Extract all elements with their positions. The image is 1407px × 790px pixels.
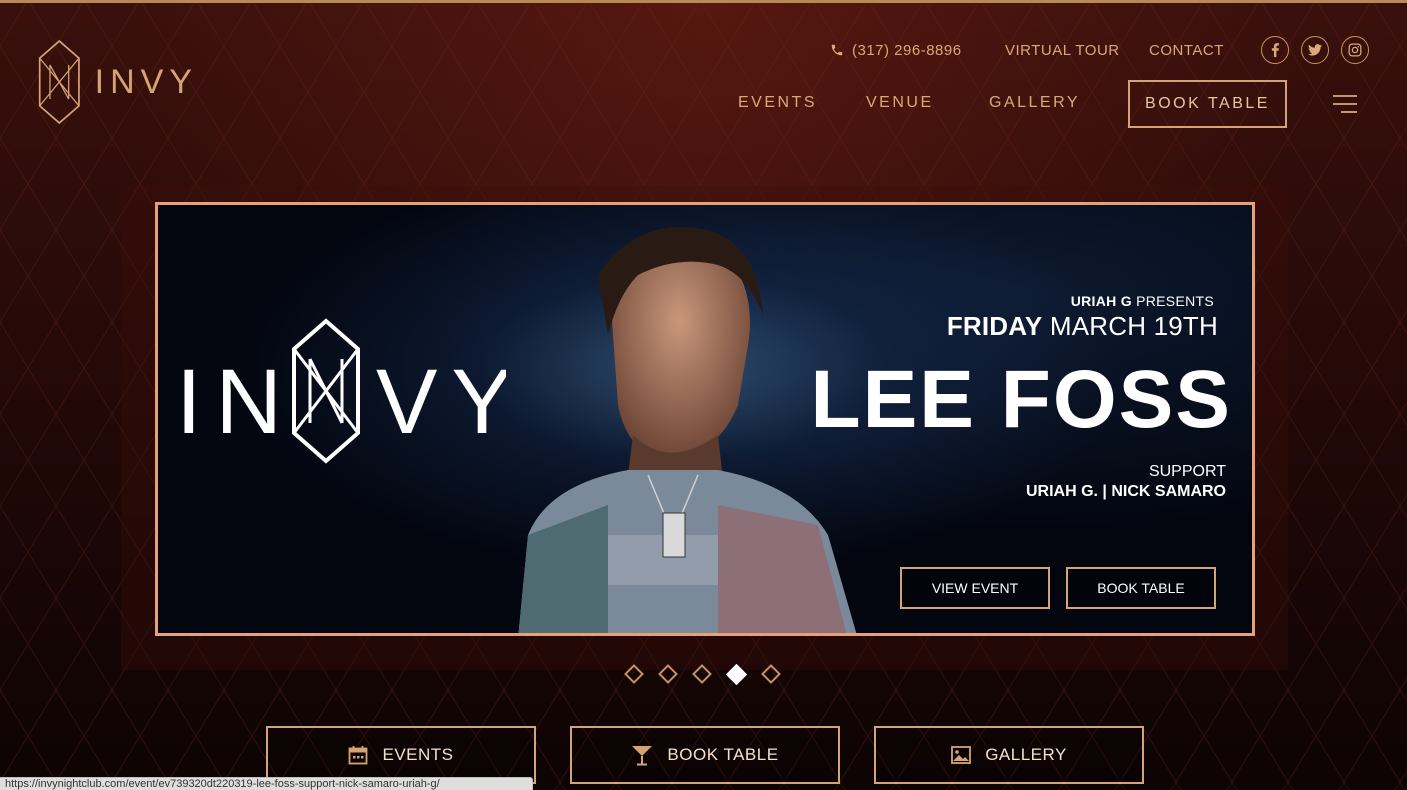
brand-logo[interactable]: INVY [38,32,198,132]
nav-venue[interactable]: VENUE [866,94,934,112]
brand-wordmark: INVY [94,62,198,101]
slider-pagination [624,663,781,686]
slider-dot-5[interactable] [761,664,781,684]
phone-link[interactable]: (317) 296-8896 [830,38,962,62]
slide-invy-logo: IN VY [176,318,506,464]
slide-date: MARCH 19TH [1049,311,1218,341]
facebook-link[interactable] [1261,36,1289,64]
twitter-icon [1308,44,1322,56]
cta-book-table-button[interactable]: BOOK TABLE [570,726,840,784]
slide-book-table-button[interactable]: BOOK TABLE [1066,567,1216,609]
browser-status-url: https://invynightclub.com/event/ev739320… [0,777,533,790]
phone-icon [831,44,843,56]
cta-gallery-button[interactable]: GALLERY [874,726,1144,784]
slider-dot-2[interactable] [658,664,678,684]
phone-number: (317) 296-8896 [852,41,962,59]
slide-support-label: SUPPORT [1148,463,1226,480]
slider-dot-1[interactable] [624,664,644,684]
hero-slide[interactable]: IN VY URIAH G PRESENTS [155,202,1255,636]
slider-dot-3[interactable] [692,664,712,684]
slide-logo-left-text: IN [176,351,296,453]
hamburger-menu-icon[interactable] [1332,94,1358,114]
view-event-button[interactable]: VIEW EVENT [900,567,1050,609]
slide-presents-word: PRESENTS [1136,293,1214,309]
top-accent-line [0,0,1407,3]
slide-presenter-line: URIAH G PRESENTS [1071,293,1214,309]
slider-dot-4-active[interactable] [725,663,748,686]
image-icon [951,746,972,764]
contact-link[interactable]: CONTACT [1149,38,1224,62]
facebook-icon [1271,43,1279,57]
slide-day: FRIDAY [946,311,1043,341]
cta-book-table-label: BOOK TABLE [667,745,779,764]
invy-gem-icon [38,39,80,125]
slide-headliner: LEE FOSS [810,354,1232,445]
nav-events[interactable]: EVENTS [738,94,817,112]
slide-date-line: FRIDAY MARCH 19TH [947,311,1218,342]
nav-gallery[interactable]: GALLERY [989,94,1080,112]
cta-events-label: EVENTS [382,745,454,764]
cta-gallery-label: GALLERY [985,745,1067,764]
page: INVY (317) 296-8896 VIRTUAL TOUR CONTACT… [0,0,1407,790]
instagram-link[interactable] [1341,36,1369,64]
twitter-link[interactable] [1301,36,1329,64]
cta-events-button[interactable]: EVENTS [266,726,536,784]
cocktail-icon [632,746,653,766]
calendar-icon [349,746,368,765]
virtual-tour-link[interactable]: VIRTUAL TOUR [1005,38,1120,62]
slide-support-acts: URIAH G. | NICK SAMARO [1025,483,1226,500]
slide-presenter: URIAH G [1070,293,1132,309]
instagram-icon [1348,43,1362,57]
header-book-table-button[interactable]: BOOK TABLE [1128,80,1287,128]
